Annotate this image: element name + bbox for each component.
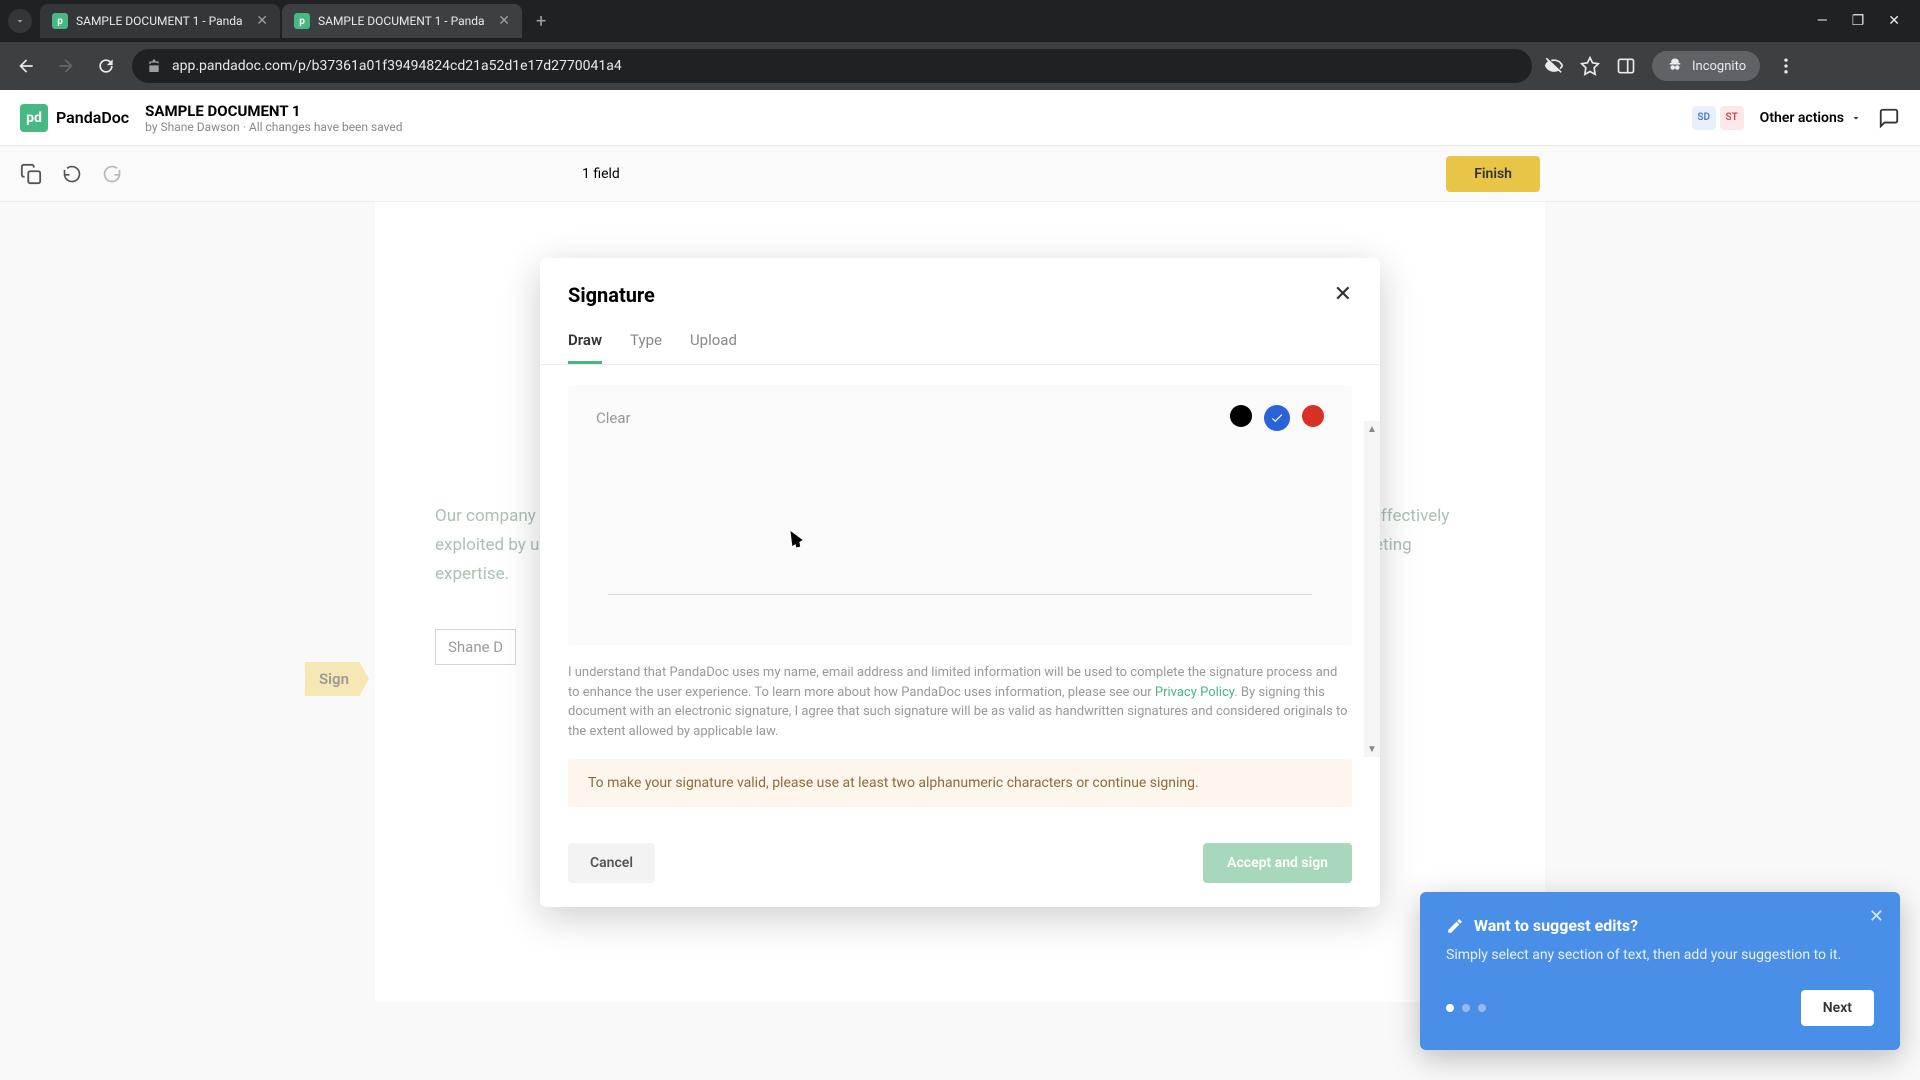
color-black[interactable] [1230, 405, 1252, 427]
logo-text: PandaDoc [56, 108, 129, 127]
tab-upload[interactable]: Upload [690, 319, 737, 364]
pencil-icon [1446, 917, 1464, 935]
site-settings-icon[interactable] [146, 58, 162, 74]
tab-draw[interactable]: Draw [568, 319, 602, 364]
finish-button[interactable]: Finish [1446, 156, 1540, 192]
comment-icon[interactable] [1878, 107, 1900, 129]
undo-icon[interactable] [62, 164, 82, 184]
document-canvas: Sign Our company delivers expertise in t… [0, 202, 1920, 1080]
new-tab-button[interactable]: + [524, 11, 558, 32]
close-icon[interactable]: ✕ [1334, 282, 1352, 307]
close-window-icon[interactable]: ✕ [1888, 13, 1900, 29]
field-count: 1 field [582, 166, 620, 182]
redo-icon[interactable] [102, 164, 122, 184]
consent-text: I understand that PandaDoc uses my name,… [568, 663, 1352, 741]
avatar[interactable]: SD [1692, 106, 1716, 130]
tour-dot[interactable] [1478, 1004, 1486, 1012]
other-actions-dropdown[interactable]: Other actions [1760, 110, 1862, 126]
validation-warning: To make your signature valid, please use… [568, 759, 1352, 807]
tour-body: Simply select any section of text, then … [1446, 945, 1874, 966]
tour-dot[interactable] [1446, 1004, 1454, 1012]
tour-next-button[interactable]: Next [1801, 990, 1874, 1026]
app-header: pd PandaDoc SAMPLE DOCUMENT 1 by Shane D… [0, 90, 1920, 146]
window-controls: — ❐ ✕ [1817, 13, 1912, 29]
incognito-badge[interactable]: Incognito [1652, 51, 1760, 81]
privacy-policy-link[interactable]: Privacy Policy [1155, 685, 1234, 700]
signature-draw-canvas[interactable]: Clear [568, 385, 1352, 645]
scroll-up-icon[interactable]: ▲ [1364, 421, 1380, 437]
document-meta: by Shane Dawson · All changes have been … [145, 120, 402, 134]
tour-title: Want to suggest edits? [1474, 916, 1638, 935]
minimize-icon[interactable]: — [1817, 13, 1828, 29]
modal-scrollbar[interactable]: ▲ ▼ [1364, 421, 1380, 757]
color-red[interactable] [1302, 405, 1324, 427]
pandadoc-favicon: p [52, 13, 68, 29]
reload-button[interactable] [92, 52, 120, 80]
clear-button[interactable]: Clear [596, 409, 631, 427]
color-blue-selected[interactable] [1264, 405, 1290, 431]
pandadoc-favicon: p [294, 13, 310, 29]
color-picker [1230, 405, 1324, 431]
signature-modal: Signature ✕ Draw Type Upload Clear [540, 258, 1380, 907]
eye-off-icon[interactable] [1544, 56, 1564, 76]
tab-search-dropdown[interactable] [8, 9, 32, 33]
close-icon[interactable]: ✕ [498, 13, 510, 29]
signature-tabs: Draw Type Upload [540, 319, 1380, 365]
address-bar[interactable]: app.pandadoc.com/p/b37361a01f39494824cd2… [132, 49, 1532, 83]
forward-button[interactable] [52, 52, 80, 80]
tour-dot[interactable] [1462, 1004, 1470, 1012]
browser-tab[interactable]: p SAMPLE DOCUMENT 1 - Panda ✕ [40, 4, 280, 38]
check-icon [1270, 411, 1284, 425]
tab-title: SAMPLE DOCUMENT 1 - Panda [318, 14, 490, 28]
browser-tab-active[interactable]: p SAMPLE DOCUMENT 1 - Panda ✕ [282, 4, 522, 38]
close-icon[interactable]: ✕ [256, 13, 268, 29]
chevron-down-icon [1850, 112, 1862, 124]
logo-icon: pd [20, 104, 48, 132]
editor-toolbar: 1 field Finish [0, 146, 1920, 202]
cancel-button[interactable]: Cancel [568, 843, 655, 883]
back-button[interactable] [12, 52, 40, 80]
tab-type[interactable]: Type [630, 319, 662, 364]
menu-icon[interactable] [1776, 56, 1796, 76]
cursor-icon [785, 528, 802, 546]
signature-line [608, 594, 1312, 595]
incognito-label: Incognito [1692, 59, 1746, 74]
close-icon[interactable]: ✕ [1869, 906, 1884, 927]
copy-icon[interactable] [20, 163, 42, 185]
browser-toolbar: app.pandadoc.com/p/b37361a01f39494824cd2… [0, 42, 1920, 90]
url-text: app.pandadoc.com/p/b37361a01f39494824cd2… [172, 58, 1518, 74]
document-info: SAMPLE DOCUMENT 1 by Shane Dawson · All … [145, 102, 402, 134]
tour-progress-dots [1446, 1004, 1486, 1012]
scroll-down-icon[interactable]: ▼ [1364, 741, 1380, 757]
document-title: SAMPLE DOCUMENT 1 [145, 102, 402, 120]
tour-popup: ✕ Want to suggest edits? Simply select a… [1420, 892, 1900, 1050]
tab-title: SAMPLE DOCUMENT 1 - Panda [76, 14, 248, 28]
collaborator-avatars[interactable]: SD ST [1692, 106, 1744, 130]
modal-title: Signature [568, 283, 655, 307]
accept-and-sign-button[interactable]: Accept and sign [1203, 843, 1352, 883]
bookmark-icon[interactable] [1580, 56, 1600, 76]
pandadoc-logo[interactable]: pd PandaDoc [20, 104, 129, 132]
browser-tab-strip: p SAMPLE DOCUMENT 1 - Panda ✕ p SAMPLE D… [0, 0, 1920, 42]
side-panel-icon[interactable] [1616, 56, 1636, 76]
avatar[interactable]: ST [1720, 106, 1744, 130]
maximize-icon[interactable]: ❐ [1852, 13, 1865, 29]
